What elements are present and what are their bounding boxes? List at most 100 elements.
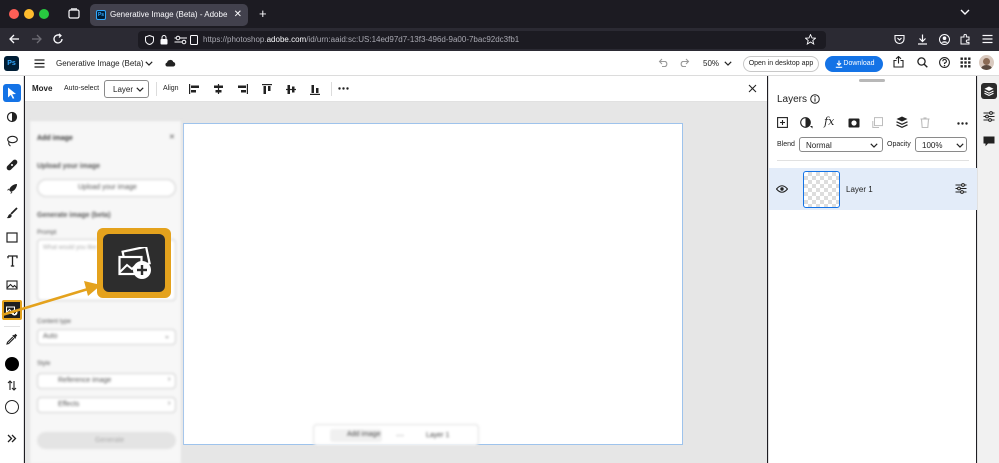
window-maximize-dot[interactable] xyxy=(39,9,49,19)
more-options-icon[interactable] xyxy=(338,87,349,90)
layers-info-icon[interactable] xyxy=(810,94,820,104)
window-minimize-dot[interactable] xyxy=(24,9,34,19)
address-bar[interactable]: https://photoshop.adobe.com/id/urn:aaid:… xyxy=(138,31,826,49)
document-canvas[interactable] xyxy=(183,123,683,445)
forward-arrow-icon[interactable] xyxy=(31,33,43,45)
align-middle-vertical-icon[interactable] xyxy=(286,84,296,95)
healing-brush-tool-button[interactable] xyxy=(3,156,21,174)
extensions-icon[interactable] xyxy=(960,34,971,45)
photoshop-logo-icon[interactable]: Ps xyxy=(4,56,19,71)
eyedropper-tool-button[interactable] xyxy=(3,330,21,348)
brush-icon xyxy=(6,207,18,219)
clone-stamp-tool-button[interactable] xyxy=(3,180,21,198)
tab-list-chevron-icon[interactable] xyxy=(960,9,970,16)
stack-layers-icon[interactable] xyxy=(896,116,908,129)
back-arrow-icon[interactable] xyxy=(8,33,20,45)
upload-image-button[interactable]: Upload your image xyxy=(37,179,176,197)
new-tab-icon[interactable]: + xyxy=(259,6,267,21)
layer-properties-sliders-icon[interactable] xyxy=(955,183,967,194)
background-color-swatch[interactable] xyxy=(3,398,21,416)
options-divider xyxy=(156,82,157,96)
tool-options-bar: Move Auto-select Layer Align xyxy=(25,76,767,102)
expand-toolbar-button[interactable] xyxy=(3,429,21,447)
add-layer-icon[interactable] xyxy=(777,117,788,128)
open-in-desktop-button[interactable]: Open in desktop app xyxy=(743,56,819,72)
align-right-icon[interactable] xyxy=(237,84,248,94)
effects-row[interactable]: Effects › xyxy=(37,397,176,413)
cloud-icon[interactable] xyxy=(164,59,176,67)
user-avatar[interactable] xyxy=(979,55,994,70)
foreground-color-swatch[interactable] xyxy=(3,355,21,373)
bookmark-star-icon[interactable] xyxy=(805,34,816,45)
downloads-icon[interactable] xyxy=(917,34,928,45)
account-icon[interactable] xyxy=(939,34,950,45)
shape-tool-button[interactable] xyxy=(3,228,21,246)
zoom-chevron-icon[interactable] xyxy=(724,61,732,66)
delete-layer-trash-icon[interactable] xyxy=(920,117,930,128)
layer-name[interactable]: Layer 1 xyxy=(846,185,873,194)
select-subject-tool-button[interactable] xyxy=(3,108,21,126)
swap-colors-button[interactable] xyxy=(3,376,21,394)
adjustment-layer-icon[interactable] xyxy=(800,117,813,129)
menu-hamburger-icon[interactable] xyxy=(982,34,993,44)
task-layer-label[interactable]: Layer 1 xyxy=(426,432,449,439)
blend-mode-select[interactable]: Normal xyxy=(799,137,883,152)
auto-select-dropdown[interactable]: Layer xyxy=(104,80,149,98)
close-options-icon[interactable] xyxy=(748,84,757,93)
shield-icon[interactable] xyxy=(145,35,154,45)
align-center-horizontal-icon[interactable] xyxy=(213,84,224,94)
align-left-icon[interactable] xyxy=(189,84,200,94)
layers-more-icon[interactable] xyxy=(957,122,968,125)
window-close-dot[interactable] xyxy=(9,9,19,19)
share-icon[interactable] xyxy=(893,56,904,68)
align-top-icon[interactable] xyxy=(262,84,272,95)
generate-button[interactable]: Generate xyxy=(37,432,176,449)
type-tool-button[interactable] xyxy=(3,252,21,270)
layer-mask-icon[interactable] xyxy=(848,118,860,128)
panel-drag-handle[interactable] xyxy=(859,79,885,82)
help-icon[interactable] xyxy=(939,57,950,68)
lock-icon[interactable] xyxy=(160,35,168,45)
lasso-tool-button[interactable] xyxy=(3,132,21,150)
brush-tool-button[interactable] xyxy=(3,204,21,222)
panel-rail xyxy=(977,76,999,463)
content-type-select[interactable]: Auto ⌄ xyxy=(37,329,176,345)
pocket-icon[interactable] xyxy=(894,34,905,45)
undo-icon[interactable] xyxy=(658,58,669,67)
comments-rail-icon[interactable] xyxy=(983,136,995,147)
layer-effects-fx-icon[interactable]: fx xyxy=(824,115,834,128)
layer-row[interactable]: Layer 1 xyxy=(769,168,977,210)
zoom-level[interactable]: 50% xyxy=(703,59,719,68)
app-menu-hamburger-icon[interactable] xyxy=(34,59,45,68)
clipping-mask-icon[interactable] xyxy=(872,117,883,129)
dropdown-chevron-icon xyxy=(136,87,144,92)
move-tool-button[interactable] xyxy=(3,84,21,102)
search-icon[interactable] xyxy=(917,57,928,68)
reference-image-row[interactable]: Reference image › xyxy=(37,373,176,389)
document-title-chevron-icon[interactable] xyxy=(145,61,153,66)
layers-rail-button[interactable] xyxy=(981,83,997,99)
tool-bar xyxy=(0,76,24,463)
document-title[interactable]: Generative Image (Beta) xyxy=(56,59,144,68)
apps-grid-icon[interactable] xyxy=(960,57,971,68)
tab-overview-icon[interactable] xyxy=(68,8,80,19)
task-more-icon[interactable]: ··· xyxy=(396,431,404,440)
redo-icon[interactable] xyxy=(679,58,690,67)
download-button[interactable]: Download xyxy=(825,56,883,72)
layer-visibility-eye-icon[interactable] xyxy=(776,185,788,193)
layer-thumbnail[interactable] xyxy=(803,171,840,208)
opacity-input[interactable]: 100% xyxy=(915,137,967,152)
align-bottom-icon[interactable] xyxy=(310,84,320,95)
auto-select-label[interactable]: Auto-select xyxy=(64,85,99,92)
url-text[interactable]: https://photoshop.adobe.com/id/urn:aaid:… xyxy=(203,35,519,44)
tab-close-icon[interactable]: ✕ xyxy=(234,9,242,20)
close-panel-icon[interactable]: ✕ xyxy=(169,133,175,141)
select-chevron-icon: ⌄ xyxy=(164,333,170,340)
adjustments-rail-icon[interactable] xyxy=(983,111,995,122)
browser-tab-active[interactable]: Ps Generative Image (Beta) - Adobe ✕ xyxy=(90,4,248,26)
permissions-icon[interactable] xyxy=(174,35,188,45)
page-icon xyxy=(190,35,198,45)
add-image-task-button[interactable]: Add image xyxy=(330,429,382,442)
upload-heading: Upload your image xyxy=(37,163,101,170)
reload-icon[interactable] xyxy=(52,33,64,45)
